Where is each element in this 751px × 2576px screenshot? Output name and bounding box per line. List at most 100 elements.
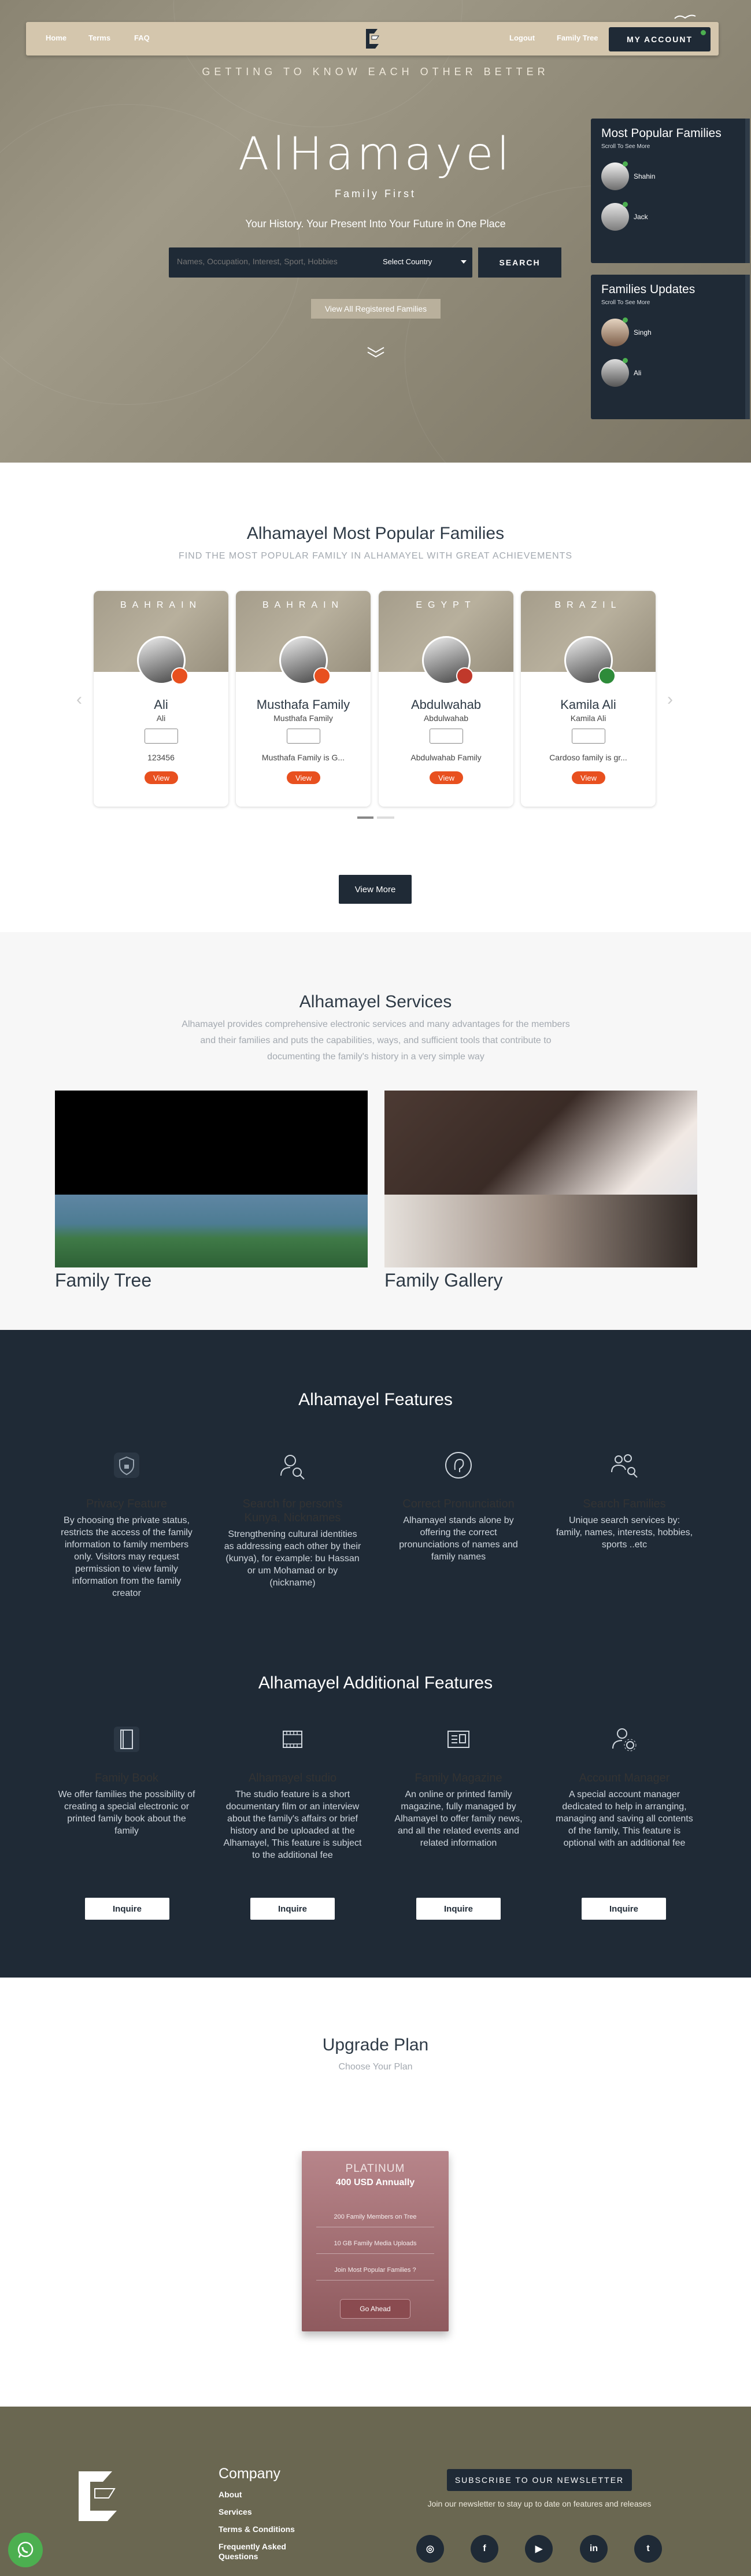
my-account-label: MY ACCOUNT (626, 35, 693, 44)
feature-title: Alhamayel studio (248, 1772, 337, 1784)
family-card[interactable]: BAHRAIN Ali Ali 123456 View (94, 591, 228, 807)
panel-family-item[interactable]: Shahin (601, 161, 739, 190)
feature-title: Search for person's Kunya, Nicknames (242, 1498, 343, 1524)
avatar (601, 358, 629, 387)
carousel-prev-icon[interactable]: ‹ (73, 691, 86, 708)
feature-text: A special account manager dedicated to h… (556, 1790, 693, 1848)
status-dot (623, 161, 628, 167)
map-contour (173, 0, 463, 127)
panel-family-item[interactable]: Jack (601, 202, 739, 231)
popular-families-panel: Most Popular Families Scroll To See More… (591, 119, 750, 263)
carousel-dot[interactable] (377, 816, 394, 819)
card-view-button[interactable]: View (430, 771, 463, 784)
view-more-button[interactable]: View More (339, 875, 412, 904)
footer: Company About Services Terms & Condition… (0, 2407, 751, 2576)
feature-title: Correct Pronunciation (402, 1498, 515, 1510)
country-flag-icon (456, 667, 473, 685)
plan-price: 400 USD Annually (335, 2178, 415, 2187)
popular-section-subtitle: FIND THE MOST POPULAR FAMILY IN ALHAMAYE… (178, 551, 573, 561)
inquire-button[interactable]: Inquire (250, 1898, 335, 1920)
family-card[interactable]: EGYPT Abdulwahab Abdulwahab Abdulwahab Fami… (379, 591, 513, 807)
carousel-dot-active[interactable] (357, 816, 373, 819)
service-label[interactable]: Family Gallery (384, 1270, 502, 1291)
go-ahead-button[interactable]: Go Ahead (340, 2299, 410, 2319)
youtube-icon[interactable]: ▶ (525, 2535, 553, 2563)
search-input[interactable] (177, 257, 376, 266)
plan-feature: Join Most Popular Families ? (316, 2267, 434, 2281)
panel-scrollbar[interactable] (745, 275, 750, 419)
whatsapp-chat-button[interactable] (8, 2533, 43, 2567)
footer-link-terms[interactable]: Terms & Conditions (219, 2525, 295, 2534)
search-button[interactable]: SEARCH (478, 247, 561, 278)
inquire-button[interactable]: Inquire (582, 1898, 666, 1920)
feature-title: Family Magazine (415, 1772, 502, 1784)
online-status-dot (701, 30, 706, 35)
card-view-button[interactable]: View (287, 771, 320, 784)
nav-home[interactable]: Home (46, 34, 66, 42)
plan-feature: 200 Family Members on Tree (316, 2213, 434, 2227)
book-icon (114, 1727, 139, 1752)
family-card[interactable]: BRAZIL Kamila Ali Kamila Ali Cardoso family… (521, 591, 656, 807)
linkedin-icon[interactable]: in (580, 2535, 608, 2563)
nav-terms[interactable]: Terms (88, 34, 110, 42)
view-all-families-button[interactable]: View All Registered Families (311, 299, 441, 319)
card-country: BAHRAIN (262, 600, 345, 610)
feature-privacy: Privacy Feature By choosing the private … (57, 1449, 196, 1599)
nav-family-tree[interactable]: Family Tree (557, 34, 598, 42)
plan-name: PLATINUM (345, 2163, 405, 2175)
pronunciation-audio-icon[interactable] (287, 729, 320, 744)
search-bar: Select Country (169, 247, 472, 278)
panel-family-name: Ali (634, 369, 642, 377)
subscribe-newsletter-button[interactable]: SUBSCRIBE TO OUR NEWSLETTER (447, 2469, 632, 2491)
card-view-button[interactable]: View (145, 771, 178, 784)
status-dot (623, 317, 628, 323)
country-select[interactable]: Select Country (376, 247, 472, 278)
card-country: BRAZIL (554, 600, 622, 610)
feature-title: Family Book (94, 1772, 159, 1784)
card-description: 123456 (147, 753, 175, 762)
plan-section-title: Upgrade Plan (322, 2035, 429, 2054)
service-label[interactable]: Family Tree (55, 1270, 151, 1291)
card-view-button[interactable]: View (572, 771, 605, 784)
feature-text: The studio feature is a short documentar… (223, 1790, 362, 1860)
pronunciation-audio-icon[interactable] (145, 729, 178, 744)
footer-logo[interactable] (67, 2464, 131, 2528)
panel-hint: Scroll To See More (601, 300, 650, 306)
feature-search-families: Search Families Unique search services b… (555, 1449, 694, 1551)
panel-scrollbar[interactable] (745, 119, 750, 263)
nav-logout[interactable]: Logout (509, 34, 535, 42)
family-tree-image[interactable] (55, 1091, 368, 1267)
tree-hedge-graphic (55, 1195, 368, 1267)
nav-faq[interactable]: FAQ (134, 34, 150, 42)
panel-update-item[interactable]: Singh (601, 317, 739, 346)
instagram-icon[interactable]: ◎ (416, 2535, 444, 2563)
feature-text: Alhamayel stands alone by offering the c… (399, 1516, 518, 1562)
scroll-down-icon[interactable] (365, 346, 386, 359)
inquire-button[interactable]: Inquire (416, 1898, 501, 1920)
family-updates-panel: Families Updates Scroll To See More Sing… (591, 275, 750, 419)
group-search-icon (611, 1454, 638, 1478)
country-select-label: Select Country (383, 257, 432, 266)
inquire-button[interactable]: Inquire (85, 1898, 169, 1920)
family-card[interactable]: BAHRAIN Musthafa Family Musthafa Family Mus… (236, 591, 371, 807)
footer-link-services[interactable]: Services (219, 2507, 252, 2516)
pronunciation-audio-icon[interactable] (572, 729, 605, 744)
footer-link-faq[interactable]: Frequently Asked Questions (219, 2542, 299, 2562)
twitter-icon[interactable]: t (634, 2535, 662, 2563)
family-gallery-image[interactable] (384, 1091, 697, 1267)
panel-update-item[interactable]: Ali (601, 358, 739, 387)
card-description: Musthafa Family is G... (261, 753, 345, 762)
my-account-button[interactable]: MY ACCOUNT (609, 27, 711, 51)
facebook-icon[interactable]: f (471, 2535, 498, 2563)
site-logo[interactable] (361, 27, 384, 51)
pronunciation-audio-icon[interactable] (430, 729, 463, 744)
panel-family-name: Jack (634, 213, 648, 221)
plan-feature: 10 GB Family Media Uploads (316, 2240, 434, 2254)
avatar (601, 317, 629, 346)
footer-link-about[interactable]: About (219, 2490, 242, 2499)
shield-lock-icon (114, 1453, 139, 1478)
additional-magazine: Family Magazine An online or printed fam… (389, 1723, 528, 1849)
services-description: Alhamayel provides comprehensive electro… (182, 1019, 570, 1062)
film-icon (283, 1731, 302, 1748)
carousel-next-icon[interactable]: › (664, 691, 676, 708)
